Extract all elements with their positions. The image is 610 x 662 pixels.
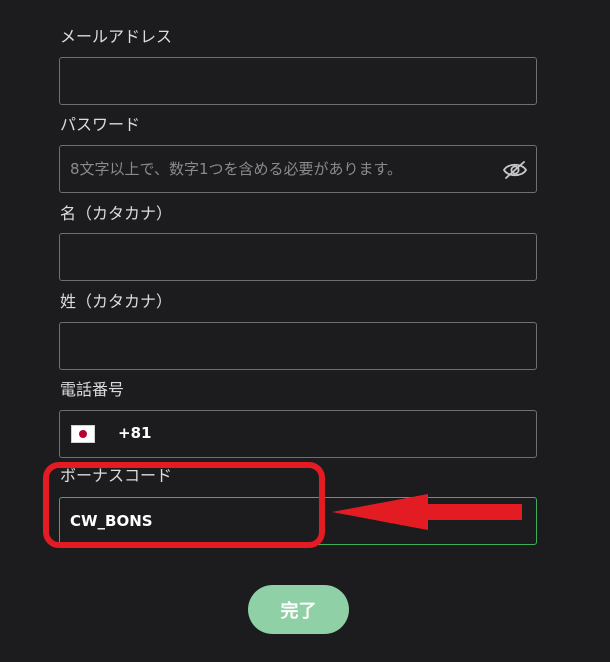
phone-label: 電話番号 [60, 380, 125, 399]
last-name-kana-field[interactable] [60, 323, 536, 369]
email-field[interactable] [60, 58, 536, 104]
bonus-code-field-container [59, 497, 537, 545]
password-label: パスワード [60, 115, 141, 134]
submit-button[interactable]: 完了 [248, 585, 349, 634]
last-name-kana-field-container [59, 322, 537, 370]
country-code: +81 [118, 424, 152, 442]
first-name-kana-field-container [59, 233, 537, 281]
first-name-kana-label: 名（カタカナ） [60, 204, 173, 223]
email-label: メールアドレス [60, 27, 173, 46]
last-name-kana-label: 姓（カタカナ） [60, 292, 173, 311]
bonus-code-field[interactable] [60, 498, 536, 544]
password-field[interactable] [60, 146, 536, 192]
password-field-container [59, 145, 537, 193]
phone-field[interactable] [160, 411, 530, 457]
japan-flag-icon[interactable] [71, 425, 95, 443]
phone-field-container: +81 [59, 410, 537, 458]
bonus-code-label: ボーナスコード [60, 466, 173, 485]
email-field-container [59, 57, 537, 105]
first-name-kana-field[interactable] [60, 234, 536, 280]
flag-sun [79, 430, 87, 438]
eye-off-icon[interactable] [502, 158, 528, 182]
